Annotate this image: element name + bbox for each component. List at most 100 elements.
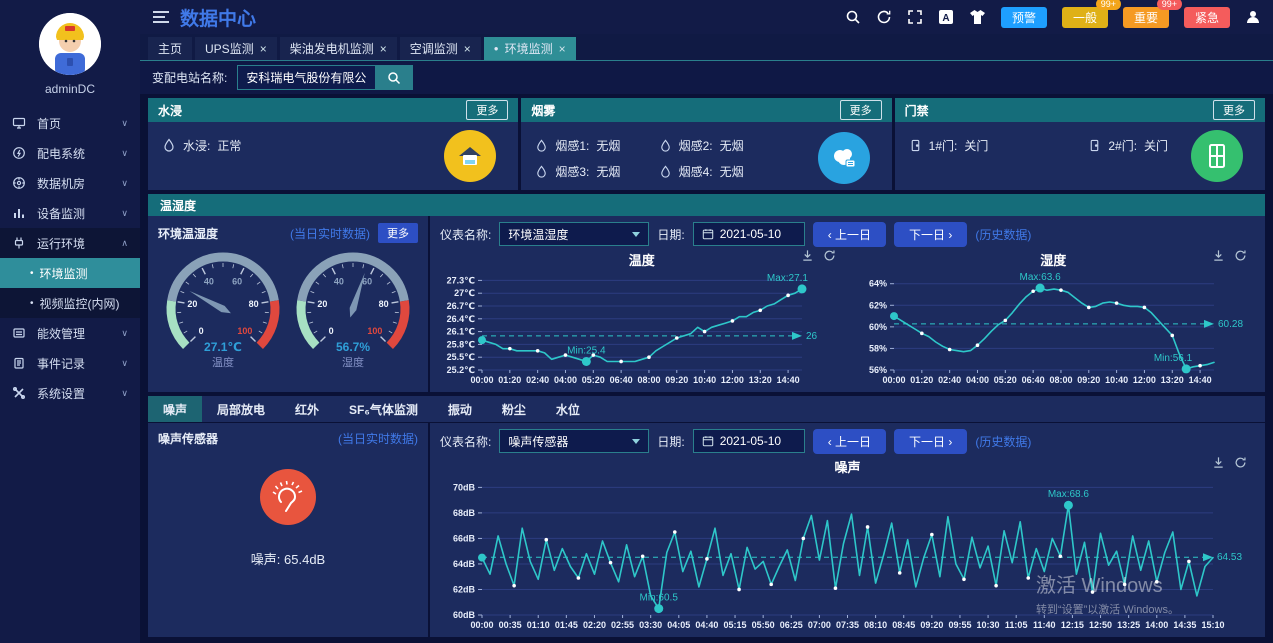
svg-text:Min:25.4: Min:25.4 <box>567 345 606 356</box>
chart-title: 温度 <box>436 250 848 269</box>
download-icon[interactable] <box>1212 456 1225 469</box>
smoke-sensor-item: 烟感4:无烟 <box>659 158 782 184</box>
svg-text:04:00: 04:00 <box>554 375 577 385</box>
history-data-link[interactable]: (历史数据) <box>975 433 1031 450</box>
alarm-chip-warning[interactable]: 预警 <box>1001 7 1047 28</box>
meter-select[interactable]: 噪声传感器 <box>499 429 649 453</box>
download-icon[interactable] <box>801 249 814 262</box>
station-input[interactable] <box>237 65 375 90</box>
sensor-tab-bar: 噪声 局部放电 红外 SF₆气体监测 振动 粉尘 水位 <box>148 396 1265 423</box>
sidebar-item-home[interactable]: 首页 ∨ <box>0 108 140 138</box>
sidebar-subitem-video-monitor[interactable]: • 视频监控(内网) <box>0 288 140 318</box>
alarm-chip-urgent[interactable]: 紧急 <box>1184 7 1230 28</box>
sidebar-item-data-room[interactable]: 数据机房 ∨ <box>0 168 140 198</box>
sidebar-item-environment[interactable]: 运行环境 ∧ <box>0 228 140 258</box>
svg-text:02:20: 02:20 <box>583 620 606 630</box>
tools-icon <box>12 386 28 400</box>
prev-day-button[interactable]: ‹ 上一日 <box>813 429 886 454</box>
svg-text:14:00: 14:00 <box>1145 620 1168 630</box>
temp-humidity-charts: 温度 25.2℃25.5℃25.8℃26.1℃26.4℃26.7℃27℃27.3… <box>436 249 1259 390</box>
avatar[interactable] <box>39 13 101 75</box>
alarm-chip-general[interactable]: 一般99+ <box>1062 7 1108 28</box>
fullscreen-icon[interactable] <box>907 9 923 25</box>
water-more-button[interactable]: 更多 <box>466 100 508 120</box>
download-icon[interactable] <box>1212 249 1225 262</box>
sidebar-subitem-env-monitor[interactable]: • 环境监测 <box>0 258 140 288</box>
tab-infrared[interactable]: 红外 <box>280 396 334 422</box>
tab-water-level[interactable]: 水位 <box>541 396 595 422</box>
tab-vibration[interactable]: 振动 <box>433 396 487 422</box>
humidity-line-chart: 56%58%60%62%64%00:0001:2002:4004:0005:20… <box>848 264 1260 390</box>
sidebar-item-settings[interactable]: 系统设置 ∨ <box>0 378 140 408</box>
tab-sf6-gas[interactable]: SF₆气体监测 <box>334 396 433 422</box>
noise-line-chart: 60dB62dB64dB66dB68dB70dB00:0000:3501:100… <box>436 471 1259 635</box>
history-data-link[interactable]: (历史数据) <box>975 226 1031 243</box>
user-icon[interactable] <box>1245 9 1261 25</box>
date-value: 2021-05-10 <box>720 227 781 241</box>
chart-title: 噪声 <box>436 457 1259 476</box>
close-icon[interactable]: × <box>464 42 471 56</box>
chart-tools <box>1212 249 1247 262</box>
main-area: 数据中心 A 预警 一般99+ 重要99+ 紧急 主页 UPS监测× 柴油发电机… <box>140 0 1273 643</box>
svg-text:58%: 58% <box>868 343 886 353</box>
prev-day-button[interactable]: ‹ 上一日 <box>813 222 886 247</box>
smoke-panel: 烟雾 更多 烟感1:无烟 烟感2:无烟 烟感3:无烟 烟感4:无烟 <box>521 98 891 190</box>
noise-chart: 噪声 60dB62dB64dB66dB68dB70dB00:0000:3501:… <box>436 456 1259 635</box>
search-icon[interactable] <box>845 9 861 25</box>
close-icon[interactable]: × <box>380 42 387 56</box>
svg-text:40: 40 <box>204 276 214 286</box>
sidebar-group-environment: 运行环境 ∧ • 环境监测 • 视频监控(内网) <box>0 228 140 318</box>
menu-toggle-icon[interactable] <box>152 10 170 24</box>
svg-text:14:40: 14:40 <box>777 375 800 385</box>
svg-text:12:00: 12:00 <box>721 375 744 385</box>
sidebar-item-label: 设备监测 <box>37 205 85 222</box>
close-icon[interactable]: × <box>559 42 566 56</box>
refresh-icon[interactable] <box>876 9 892 25</box>
door-more-button[interactable]: 更多 <box>1213 100 1255 120</box>
tab-diesel[interactable]: 柴油发电机监测× <box>280 37 397 60</box>
date-picker[interactable]: 2021-05-10 <box>693 429 805 453</box>
tab-noise[interactable]: 噪声 <box>148 396 202 422</box>
meter-select[interactable]: 环境温湿度 <box>499 222 649 246</box>
refresh-icon[interactable] <box>1234 249 1247 262</box>
sidebar-item-energy[interactable]: 能效管理 ∨ <box>0 318 140 348</box>
tab-environment[interactable]: ●环境监测× <box>484 37 576 60</box>
svg-text:10:30: 10:30 <box>977 620 1000 630</box>
font-size-icon[interactable]: A <box>938 9 954 25</box>
chevron-down-icon <box>632 439 640 444</box>
tab-hvac[interactable]: 空调监测× <box>400 37 481 60</box>
smoke-sensor-item: 烟感1:无烟 <box>535 132 658 158</box>
close-icon[interactable]: × <box>260 42 267 56</box>
svg-text:Min:60.5: Min:60.5 <box>640 593 679 604</box>
tab-dust[interactable]: 粉尘 <box>487 396 541 422</box>
noise-reading-label: 噪声: <box>251 552 281 567</box>
next-day-button[interactable]: 下一日 › <box>894 222 967 247</box>
tab-ups[interactable]: UPS监测× <box>195 37 277 60</box>
refresh-icon[interactable] <box>823 249 836 262</box>
svg-text:26.4℃: 26.4℃ <box>447 314 476 324</box>
next-day-button[interactable]: 下一日 › <box>894 429 967 454</box>
tab-partial-discharge[interactable]: 局部放电 <box>202 396 280 422</box>
sidebar-item-device-monitor[interactable]: 设备监测 ∨ <box>0 198 140 228</box>
svg-text:27℃: 27℃ <box>454 288 475 298</box>
sidebar-item-events[interactable]: 事件记录 ∨ <box>0 348 140 378</box>
sidebar-item-power-system[interactable]: 配电系统 ∨ <box>0 138 140 168</box>
refresh-icon[interactable] <box>1234 456 1247 469</box>
tab-home[interactable]: 主页 <box>148 37 192 60</box>
topbar: 数据中心 A 预警 一般99+ 重要99+ 紧急 <box>140 0 1273 34</box>
svg-text:01:20: 01:20 <box>498 375 521 385</box>
gauge-more-button[interactable]: 更多 <box>378 223 418 243</box>
sidebar-menu: 首页 ∨ 配电系统 ∨ 数据机房 ∨ 设备监测 ∨ 运行环境 <box>0 108 140 408</box>
environment-icon <box>12 236 28 250</box>
svg-text:11:05: 11:05 <box>1005 620 1028 630</box>
worker-avatar-image <box>39 13 101 75</box>
theme-icon[interactable] <box>969 9 986 25</box>
sensor-label: 烟感4: <box>679 163 713 180</box>
station-search-button[interactable] <box>375 65 413 90</box>
svg-text:00:00: 00:00 <box>882 375 905 385</box>
date-picker[interactable]: 2021-05-10 <box>693 222 805 246</box>
alarm-chip-important[interactable]: 重要99+ <box>1123 7 1169 28</box>
sensor-value: 无烟 <box>596 137 620 154</box>
smoke-more-button[interactable]: 更多 <box>840 100 882 120</box>
svg-text:05:20: 05:20 <box>993 375 1016 385</box>
